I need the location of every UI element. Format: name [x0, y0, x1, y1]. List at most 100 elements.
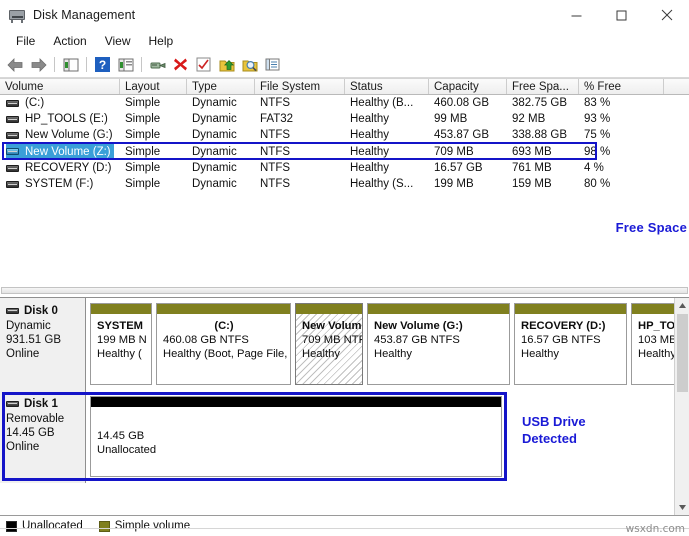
- column-header-free-space[interactable]: Free Spa...: [507, 79, 579, 94]
- explore-icon[interactable]: [239, 54, 260, 75]
- partition-new-volume-g[interactable]: New Volume (G:) 453.87 GB NTFS Healthy: [367, 303, 510, 385]
- volume-name-cell[interactable]: RECOVERY (D:): [0, 160, 120, 176]
- column-header-status[interactable]: Status: [345, 79, 429, 94]
- volume-name-cell[interactable]: SYSTEM (F:): [0, 176, 120, 192]
- partition-status: Unallocated: [97, 444, 157, 456]
- volume-name-cell[interactable]: (C:): [0, 95, 120, 111]
- volume-name-cell[interactable]: New Volume (Z:): [0, 144, 120, 159]
- volume-percent-free: 4 %: [584, 162, 604, 174]
- volume-icon: [6, 164, 19, 172]
- disk-info-0[interactable]: Disk 0 Dynamic 931.51 GB Online: [0, 298, 86, 391]
- disk-row-0[interactable]: Disk 0 Dynamic 931.51 GB Online SYSTEM 1…: [0, 298, 674, 391]
- forward-icon[interactable]: [28, 54, 49, 75]
- help-icon[interactable]: ?: [92, 54, 113, 75]
- window-title: Disk Management: [33, 8, 136, 22]
- menu-view[interactable]: View: [96, 31, 140, 52]
- check-disk-icon[interactable]: [193, 54, 214, 75]
- volume-free-space: 382.75 GB: [512, 97, 567, 109]
- table-row[interactable]: (C:) Simple Dynamic NTFS Healthy (B... 4…: [0, 95, 689, 111]
- volume-status: Healthy (S...: [350, 178, 414, 190]
- disk-info-1[interactable]: Disk 1 Removable 14.45 GB Online: [0, 391, 86, 483]
- menu-action[interactable]: Action: [44, 31, 95, 52]
- disk-name: Disk 1: [24, 398, 58, 410]
- back-icon[interactable]: [5, 54, 26, 75]
- extend-volume-icon[interactable]: [216, 54, 237, 75]
- scrollbar-thumb[interactable]: [676, 314, 688, 392]
- partition-system[interactable]: SYSTEM 199 MB N Healthy (: [90, 303, 152, 385]
- volume-layout: Simple: [125, 145, 161, 158]
- partition-stripe: [91, 304, 151, 314]
- usb-note-line2: Detected: [522, 431, 577, 446]
- volume-status: Healthy (B...: [350, 97, 414, 109]
- partition-unallocated[interactable]: 14.45 GB Unallocated: [90, 396, 502, 477]
- partition-recovery-d[interactable]: RECOVERY (D:) 16.57 GB NTFS Healthy: [514, 303, 627, 385]
- volume-percent-free: 98 %: [584, 145, 611, 158]
- column-header-percent-free[interactable]: % Free: [579, 79, 664, 94]
- partition-status: Healthy: [638, 348, 674, 360]
- volume-name: HP_TOOLS (E:): [25, 113, 108, 125]
- disk-panel-scrollbar[interactable]: [674, 298, 689, 515]
- show-hide-action-pane-icon[interactable]: [115, 54, 136, 75]
- column-header-file-system[interactable]: File System: [255, 79, 345, 94]
- partition-title: New Volum: [302, 320, 362, 332]
- column-header-capacity[interactable]: Capacity: [429, 79, 507, 94]
- disk-name: Disk 0: [24, 305, 58, 317]
- legend-item-simple-volume: Simple volume: [98, 520, 190, 532]
- table-row-selected[interactable]: New Volume (Z:) Simple Dynamic NTFS Heal…: [0, 142, 689, 160]
- maximize-button[interactable]: [599, 0, 644, 31]
- legend-bar: Unallocated Simple volume: [0, 515, 689, 536]
- volume-free-space: 338.88 GB: [512, 129, 567, 141]
- partition-new-volume-z[interactable]: New Volum 709 MB NTF Healthy: [295, 303, 363, 385]
- volume-icon: [6, 115, 19, 123]
- partition-c[interactable]: (C:) 460.08 GB NTFS Healthy (Boot, Page …: [156, 303, 291, 385]
- column-header-volume[interactable]: Volume: [0, 79, 120, 94]
- volume-percent-free: 75 %: [584, 129, 611, 141]
- legend-item-unallocated: Unallocated: [6, 520, 83, 532]
- volume-name-cell[interactable]: HP_TOOLS (E:): [0, 111, 120, 127]
- volume-name: New Volume (Z:): [25, 145, 111, 158]
- svg-text:?: ?: [99, 58, 106, 72]
- disk-scroll-area: Disk 0 Dynamic 931.51 GB Online SYSTEM 1…: [0, 298, 674, 515]
- volume-capacity: 16.57 GB: [434, 162, 483, 174]
- toolbar-separator: [86, 57, 87, 72]
- scroll-up-arrow-icon[interactable]: [674, 298, 689, 313]
- scrollbar-track[interactable]: [674, 392, 689, 500]
- panel-splitter[interactable]: [0, 283, 689, 297]
- volume-free-space: 761 MB: [512, 162, 552, 174]
- partition-hp-tools[interactable]: HP_TOC 103 MB Healthy: [631, 303, 674, 385]
- volume-name: (C:): [25, 97, 45, 109]
- scroll-down-arrow-icon[interactable]: [674, 500, 689, 515]
- close-button[interactable]: [644, 0, 689, 31]
- show-hide-console-tree-icon[interactable]: [60, 54, 81, 75]
- partition-stripe: [91, 397, 501, 407]
- minimize-button[interactable]: [554, 0, 599, 31]
- volume-capacity: 453.87 GB: [434, 129, 489, 141]
- volume-file-system: NTFS: [260, 97, 291, 109]
- volume-capacity: 460.08 GB: [434, 97, 489, 109]
- volume-file-system: NTFS: [260, 178, 291, 190]
- disk-icon: [6, 308, 19, 314]
- partition-title: HP_TOC: [638, 320, 674, 332]
- volume-capacity: 709 MB: [434, 145, 474, 158]
- volume-file-system: NTFS: [260, 162, 291, 174]
- volume-name-cell[interactable]: New Volume (G:): [0, 127, 120, 143]
- menu-file[interactable]: File: [7, 31, 44, 52]
- menu-help[interactable]: Help: [140, 31, 183, 52]
- bottom-divider: [0, 528, 689, 529]
- list-view-icon[interactable]: [262, 54, 283, 75]
- partition-size: 16.57 GB NTFS: [521, 334, 601, 346]
- disk-1-partitions: 14.45 GB Unallocated: [86, 391, 674, 483]
- table-row[interactable]: RECOVERY (D:) Simple Dynamic NTFS Health…: [0, 160, 689, 176]
- delete-icon[interactable]: [170, 54, 191, 75]
- column-header-layout[interactable]: Layout: [120, 79, 187, 94]
- disk-row-1[interactable]: Disk 1 Removable 14.45 GB Online 14.45 G…: [0, 391, 674, 483]
- partition-size: 709 MB NTF: [302, 334, 362, 346]
- table-row[interactable]: SYSTEM (F:) Simple Dynamic NTFS Healthy …: [0, 176, 689, 192]
- disk-type: Dynamic: [6, 320, 51, 332]
- table-row[interactable]: HP_TOOLS (E:) Simple Dynamic FAT32 Healt…: [0, 111, 689, 127]
- partition-status: Healthy: [374, 348, 412, 360]
- disk-state: Online: [6, 441, 40, 453]
- table-row[interactable]: New Volume (G:) Simple Dynamic NTFS Heal…: [0, 127, 689, 143]
- column-header-type[interactable]: Type: [187, 79, 255, 94]
- properties-icon[interactable]: [147, 54, 168, 75]
